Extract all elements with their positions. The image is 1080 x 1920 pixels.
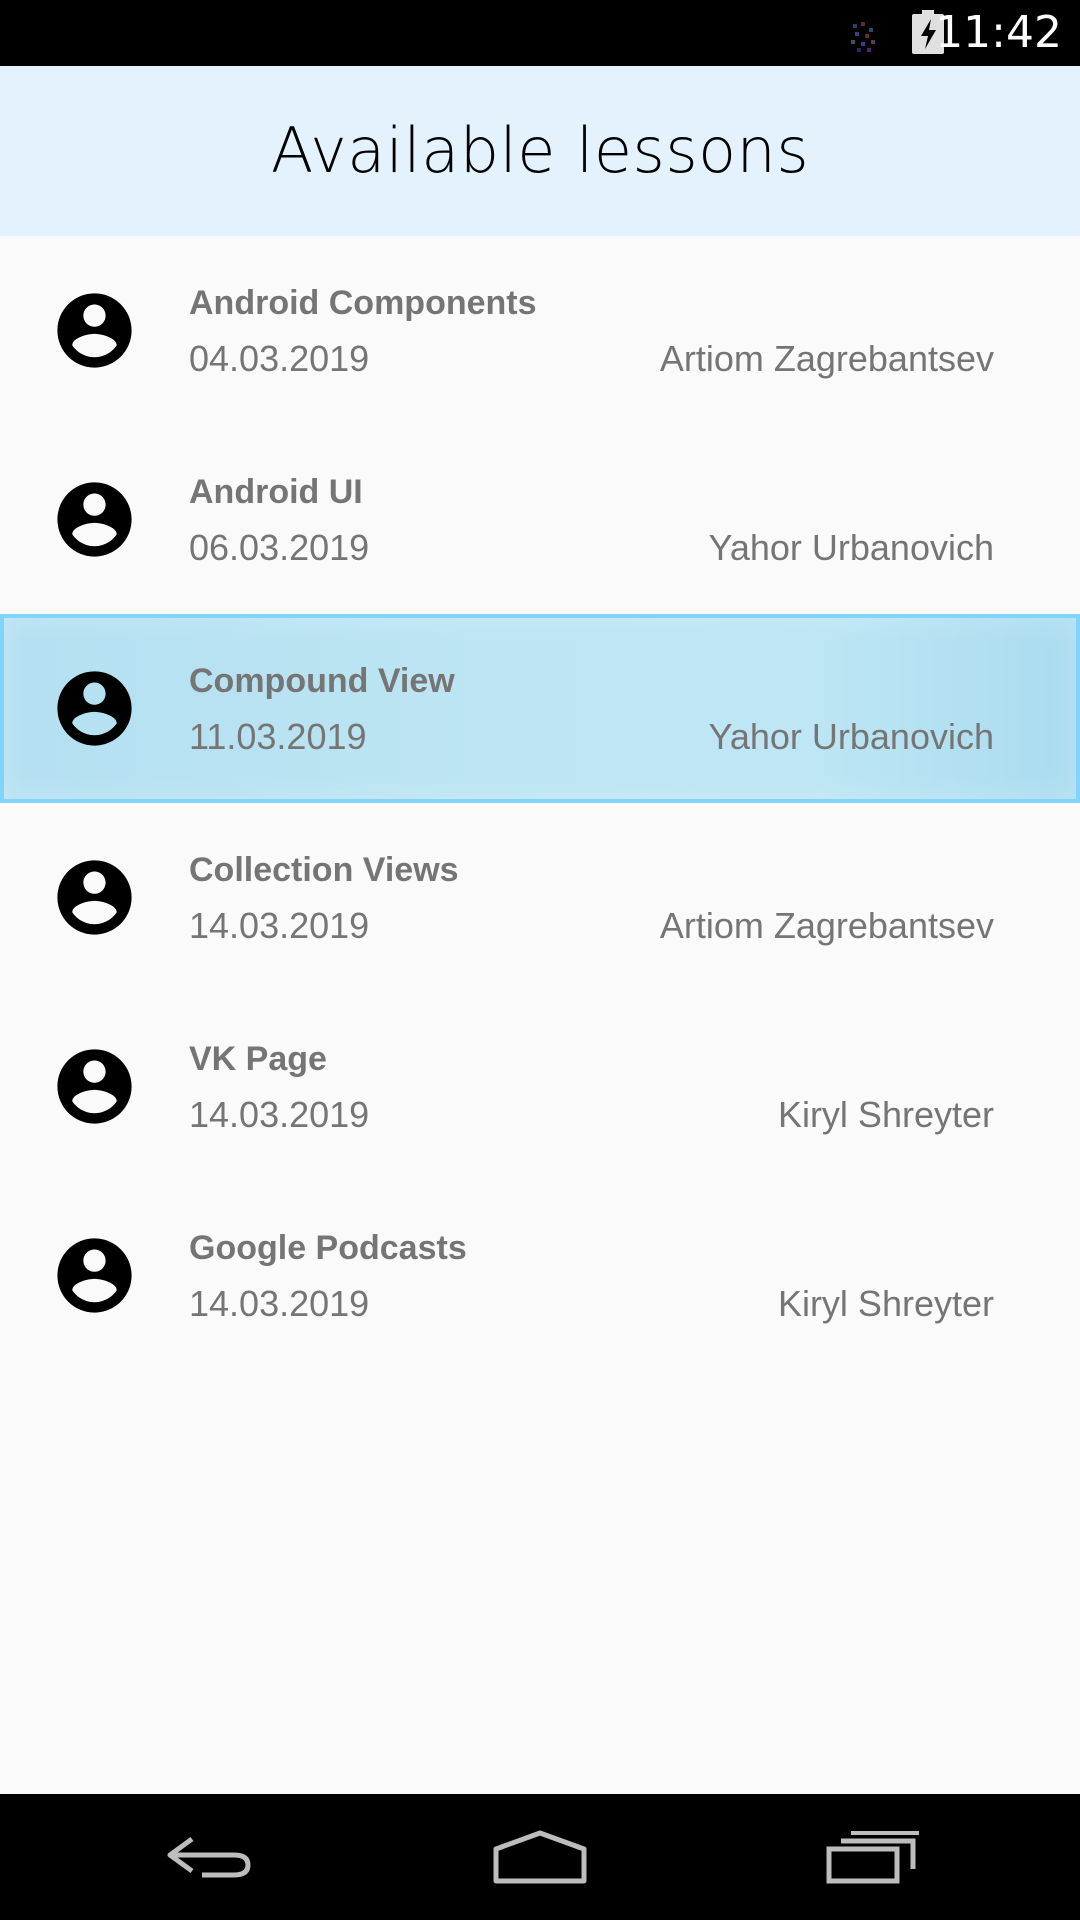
status-bar: 11:42 bbox=[0, 0, 1080, 66]
lesson-row[interactable]: Collection Views 14.03.2019 Artiom Zagre… bbox=[0, 803, 1080, 992]
account-circle-icon bbox=[57, 671, 132, 746]
lesson-title: Android UI bbox=[189, 473, 363, 511]
lesson-title: Compound View bbox=[189, 662, 455, 700]
account-circle-icon bbox=[57, 1238, 132, 1313]
navigation-bar bbox=[0, 1794, 1080, 1920]
status-clock: 11:42 bbox=[935, 7, 1062, 58]
lesson-row[interactable]: Android UI 06.03.2019 Yahor Urbanovich bbox=[0, 425, 1080, 614]
lesson-date: 14.03.2019 bbox=[189, 1283, 370, 1324]
app-header: Available lessons bbox=[0, 66, 1080, 236]
lesson-date: 11.03.2019 bbox=[189, 716, 367, 757]
lesson-date: 06.03.2019 bbox=[189, 527, 370, 568]
lesson-author: Kiryl Shreyter bbox=[777, 1094, 994, 1135]
lesson-author: Yahor Urbanovich bbox=[708, 716, 995, 757]
lesson-title: Collection Views bbox=[189, 851, 459, 889]
account-circle-icon bbox=[57, 1049, 132, 1124]
lesson-title: Google Podcasts bbox=[189, 1229, 467, 1267]
back-icon bbox=[167, 1836, 251, 1878]
recents-button[interactable] bbox=[773, 1794, 973, 1920]
lesson-row[interactable]: VK Page 14.03.2019 Kiryl Shreyter bbox=[0, 992, 1080, 1181]
page-title: Available lessons bbox=[270, 113, 810, 187]
home-icon bbox=[493, 1830, 587, 1884]
lesson-author: Kiryl Shreyter bbox=[777, 1283, 994, 1324]
notification-icon bbox=[851, 22, 875, 52]
lesson-title: Android Components bbox=[189, 284, 537, 322]
lesson-list: Android Components 04.03.2019 Artiom Zag… bbox=[0, 236, 1080, 1370]
lesson-row[interactable]: Google Podcasts 14.03.2019 Kiryl Shreyte… bbox=[0, 1181, 1080, 1370]
home-button[interactable] bbox=[440, 1794, 640, 1920]
account-circle-icon bbox=[57, 860, 132, 935]
lesson-author: Artiom Zagrebantsev bbox=[659, 905, 994, 946]
lesson-row[interactable]: Android Components 04.03.2019 Artiom Zag… bbox=[0, 236, 1080, 425]
recents-icon bbox=[826, 1831, 919, 1884]
lesson-author: Yahor Urbanovich bbox=[708, 527, 995, 568]
lesson-date: 14.03.2019 bbox=[189, 905, 370, 946]
account-circle-icon bbox=[57, 293, 132, 368]
account-circle-icon bbox=[57, 482, 132, 557]
lesson-date: 04.03.2019 bbox=[189, 338, 370, 379]
lesson-date: 14.03.2019 bbox=[189, 1094, 370, 1135]
back-button[interactable] bbox=[110, 1794, 310, 1920]
lesson-row-selected[interactable]: Compound View 11.03.2019 Yahor Urbanovic… bbox=[0, 614, 1080, 803]
lesson-title: VK Page bbox=[189, 1040, 327, 1078]
lesson-author: Artiom Zagrebantsev bbox=[659, 338, 994, 379]
